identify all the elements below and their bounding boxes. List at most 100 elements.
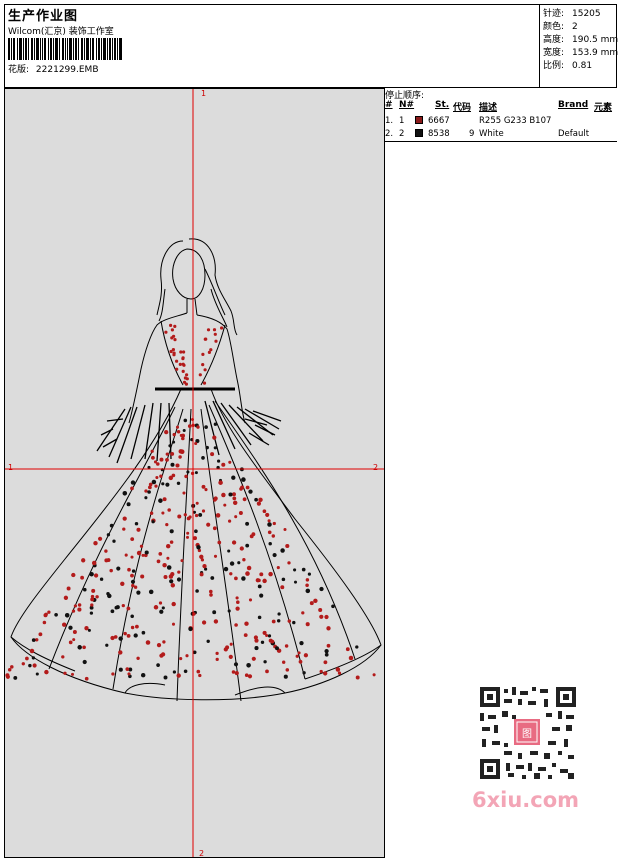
stitch-dot (66, 586, 71, 591)
row-code: 8538 (428, 129, 450, 139)
stitch-dot (172, 670, 177, 674)
stitch-dot (355, 675, 360, 680)
stitch-dot (245, 571, 250, 576)
stitch-dot (231, 540, 237, 545)
col-code: 代码 (453, 103, 472, 113)
stitch-dot (150, 455, 155, 460)
stitch-dot (122, 527, 126, 531)
stitch-dot (268, 571, 273, 577)
stitch-dot (106, 533, 111, 537)
stitch-dot (89, 611, 94, 615)
stitch-dot (165, 452, 169, 456)
stitch-dot (198, 373, 202, 377)
row-index: 2. (385, 129, 394, 139)
stitch-dot (213, 619, 219, 624)
stitch-dot (165, 457, 169, 462)
stitch-dot (166, 556, 170, 560)
stitch-dot (271, 534, 276, 538)
stitch-dot (257, 578, 261, 583)
stitch-dot (209, 348, 213, 352)
stitch-dot (237, 561, 241, 565)
stitch-dots (5, 323, 376, 681)
stitch-dot (151, 520, 155, 524)
stitch-dot (118, 636, 123, 641)
stitch-dot (181, 356, 185, 360)
stitch-dot (140, 672, 146, 678)
stitch-dot (84, 676, 89, 681)
stitch-dot (242, 558, 246, 562)
stitch-dot (272, 553, 277, 558)
stitch-dot (287, 561, 291, 565)
stitch-dot (183, 513, 187, 517)
stat-label: 宽度: (543, 48, 565, 58)
stat-value: 0.81 (572, 61, 593, 71)
stitch-dot (172, 351, 176, 355)
stitch-dot (262, 578, 267, 584)
stitch-dot (257, 584, 262, 589)
stitch-dot (87, 628, 91, 632)
row-number: 2 (399, 129, 405, 139)
stitch-dot (210, 576, 215, 580)
stitch-dot (298, 659, 303, 664)
stitch-dot (215, 651, 219, 656)
stitch-dot (276, 619, 281, 623)
stitch-dot (178, 449, 184, 454)
stitch-dot (169, 529, 174, 534)
stitch-dot (176, 481, 181, 486)
stitch-dot (158, 498, 163, 503)
stitch-dot (106, 558, 111, 563)
stitch-dot (77, 645, 82, 650)
stitch-dot (175, 463, 180, 468)
stitch-dot (122, 491, 128, 496)
stitch-dot (263, 660, 267, 664)
stitch-dot (268, 541, 272, 546)
stitch-dot (61, 655, 65, 659)
stitch-dot (161, 606, 165, 610)
stitch-dot (241, 576, 246, 581)
stitch-dot (150, 449, 154, 453)
stitch-dot (68, 625, 73, 630)
stitch-dot (319, 614, 324, 619)
stitch-dot (131, 569, 136, 573)
stitch-dot (215, 513, 221, 518)
row-code: 6667 (428, 116, 450, 126)
stitch-dot (185, 377, 189, 381)
stitch-dot (144, 489, 148, 493)
stitch-dot (185, 373, 189, 377)
stitch-dot (175, 359, 179, 363)
stitch-dot (182, 380, 187, 384)
stitch-dot (31, 638, 36, 642)
thread-table-divider (384, 141, 617, 142)
watermark-text: 6xiu.com (472, 788, 580, 812)
stitch-dot (175, 367, 179, 371)
stitch-dot (220, 326, 224, 330)
stitch-dot (195, 501, 199, 505)
stitch-dot (163, 575, 168, 579)
stitch-dot (305, 622, 310, 627)
stitch-dot (153, 460, 158, 464)
stitch-dot (271, 619, 276, 624)
embroidery-preview[interactable]: 1 2 1 2 (4, 88, 385, 858)
stitch-dot (182, 350, 186, 354)
stitch-dot (90, 603, 94, 607)
stitch-dot (131, 583, 135, 588)
stitch-dot (217, 540, 222, 545)
stitch-dot (248, 598, 253, 602)
stitch-dot (246, 565, 252, 571)
stitch-dot (156, 663, 160, 667)
row-number: 1 (399, 116, 405, 126)
stitch-dot (161, 482, 165, 486)
stitch-dot (305, 588, 311, 594)
stitch-dot (166, 565, 172, 570)
stitch-dot (203, 368, 207, 372)
stitch-dot (167, 508, 171, 512)
page-title: 生产作业图 (8, 9, 79, 24)
stitch-dot (182, 491, 186, 495)
stitch-dot (245, 543, 250, 548)
stitch-dot (235, 606, 240, 611)
stitch-dot (113, 635, 118, 639)
stitch-dot (64, 613, 70, 618)
stitch-dot (178, 362, 182, 366)
stitch-dot (165, 543, 171, 549)
col-element: 元素 (594, 103, 613, 113)
